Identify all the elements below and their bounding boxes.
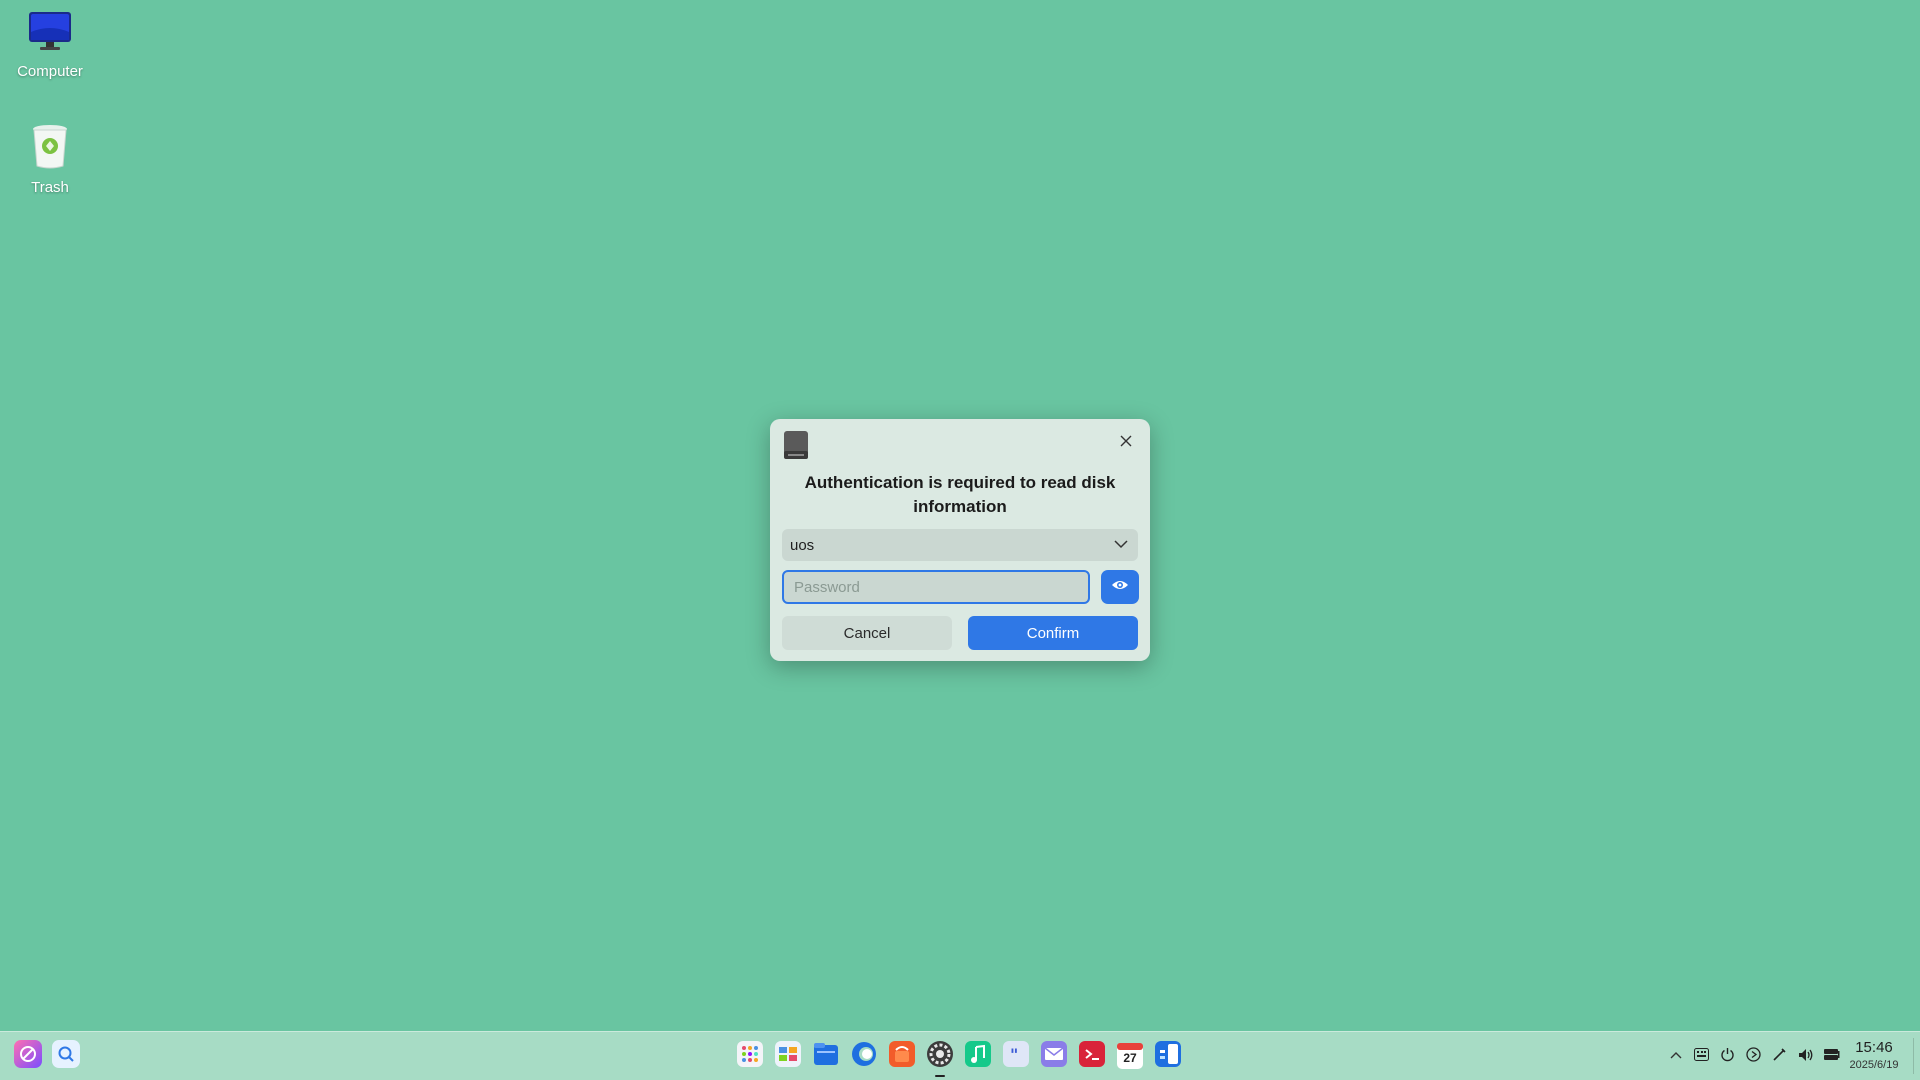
cancel-button[interactable]: Cancel (782, 616, 952, 650)
dock-mail[interactable] (1038, 1040, 1070, 1072)
user-select-value: uos (790, 536, 815, 554)
chevron-down-icon (1114, 536, 1128, 554)
calendar-icon: 27 (1117, 1043, 1143, 1069)
auth-dialog: Authentication is required to read disk … (770, 419, 1150, 661)
battery-icon[interactable] (1823, 1046, 1840, 1063)
dock-terminal[interactable] (1076, 1040, 1108, 1072)
desktop-icon-trash[interactable]: Trash (0, 122, 100, 196)
gear-icon (926, 1040, 954, 1073)
clock-date: 2025/6/19 (1849, 1059, 1899, 1071)
launcher-grid-icon (737, 1040, 763, 1072)
dock-chat[interactable]: " (1000, 1040, 1032, 1072)
volume-icon[interactable] (1797, 1046, 1814, 1063)
launcher-button[interactable] (14, 1039, 42, 1073)
mail-icon (1041, 1040, 1067, 1072)
dock-music[interactable] (962, 1040, 994, 1072)
dock-system-monitor[interactable] (1152, 1040, 1184, 1072)
dock-control-center[interactable] (924, 1040, 956, 1077)
search-button[interactable] (52, 1039, 80, 1073)
terminal-icon (1079, 1040, 1105, 1072)
store-icon (889, 1040, 915, 1072)
desktop-icon-label: Trash (31, 179, 69, 196)
running-indicator (935, 1075, 945, 1077)
dock-app-store[interactable] (886, 1040, 918, 1072)
dialog-title: Authentication is required to read disk … (804, 473, 1116, 516)
close-icon (1119, 434, 1133, 453)
calendar-day: 27 (1123, 1051, 1137, 1065)
music-icon (965, 1040, 991, 1072)
multitask-icon (775, 1040, 801, 1072)
close-button[interactable] (1114, 431, 1138, 455)
svg-text:": " (1010, 1045, 1018, 1064)
eye-icon (1111, 578, 1129, 596)
show-desktop-button[interactable] (1913, 1038, 1920, 1074)
browser-icon (851, 1041, 877, 1072)
dock-calendar[interactable]: 27 (1114, 1040, 1146, 1072)
reveal-password-button[interactable] (1101, 570, 1139, 604)
computer-icon (27, 10, 73, 59)
user-select[interactable]: uos (782, 529, 1138, 561)
desktop-icon-label: Computer (17, 63, 83, 80)
dock-multitasking[interactable] (772, 1040, 804, 1072)
desktop-icon-computer[interactable]: Computer (0, 10, 100, 80)
password-input[interactable] (782, 570, 1090, 604)
dock-launcher[interactable] (734, 1040, 766, 1072)
chevron-up-icon[interactable] (1667, 1046, 1684, 1063)
dock-browser[interactable] (848, 1040, 880, 1072)
keyboard-icon[interactable] (1693, 1046, 1710, 1063)
pen-icon[interactable] (1771, 1046, 1788, 1063)
clock[interactable]: 15:46 2025/6/19 (1846, 1039, 1902, 1073)
confirm-button[interactable]: Confirm (968, 616, 1138, 650)
power-icon[interactable] (1719, 1046, 1736, 1063)
clock-time: 15:46 (1855, 1039, 1893, 1056)
folder-icon (813, 1041, 839, 1072)
deepin-launcher-icon (14, 1039, 42, 1073)
disk-icon (784, 431, 808, 459)
system-tray (1667, 1046, 1840, 1063)
search-icon (52, 1039, 80, 1073)
monitor-icon (1155, 1040, 1181, 1072)
dock-file-manager[interactable] (810, 1040, 842, 1072)
media-icon[interactable] (1745, 1046, 1762, 1063)
taskbar: " 27 15:46 2025/6/19 (0, 1031, 1920, 1080)
trash-icon (27, 122, 73, 175)
chat-icon: " (1003, 1040, 1029, 1072)
